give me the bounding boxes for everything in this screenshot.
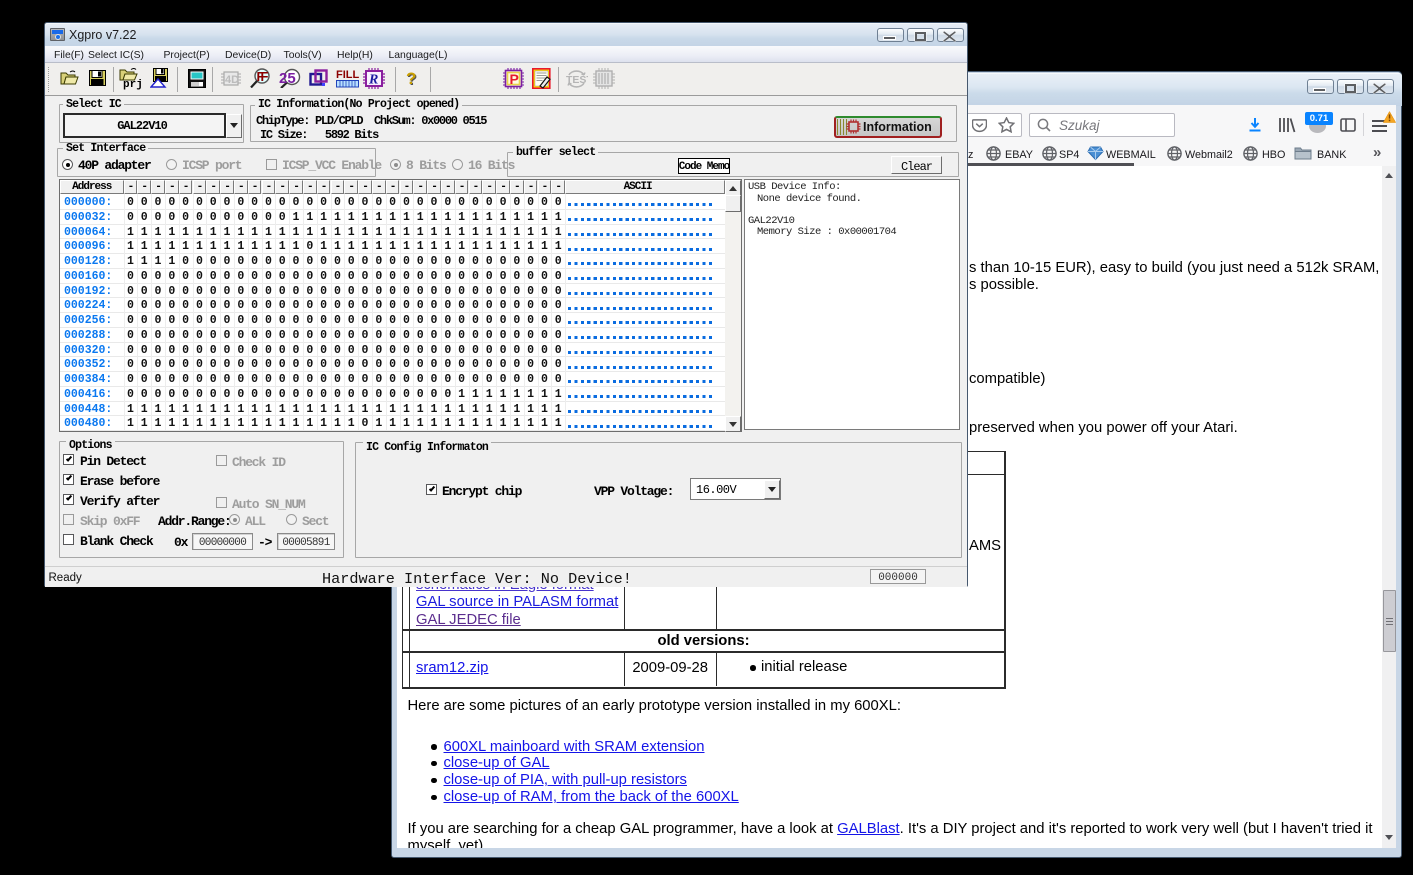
svg-text:P: P — [510, 71, 519, 87]
svg-text:25: 25 — [279, 70, 296, 87]
svg-text:4D: 4D — [225, 74, 239, 86]
svg-text:R: R — [368, 73, 378, 88]
svg-text:F: F — [261, 69, 269, 84]
svg-text:TEST: TEST — [566, 74, 588, 86]
svg-text:FILL: FILL — [336, 69, 359, 81]
